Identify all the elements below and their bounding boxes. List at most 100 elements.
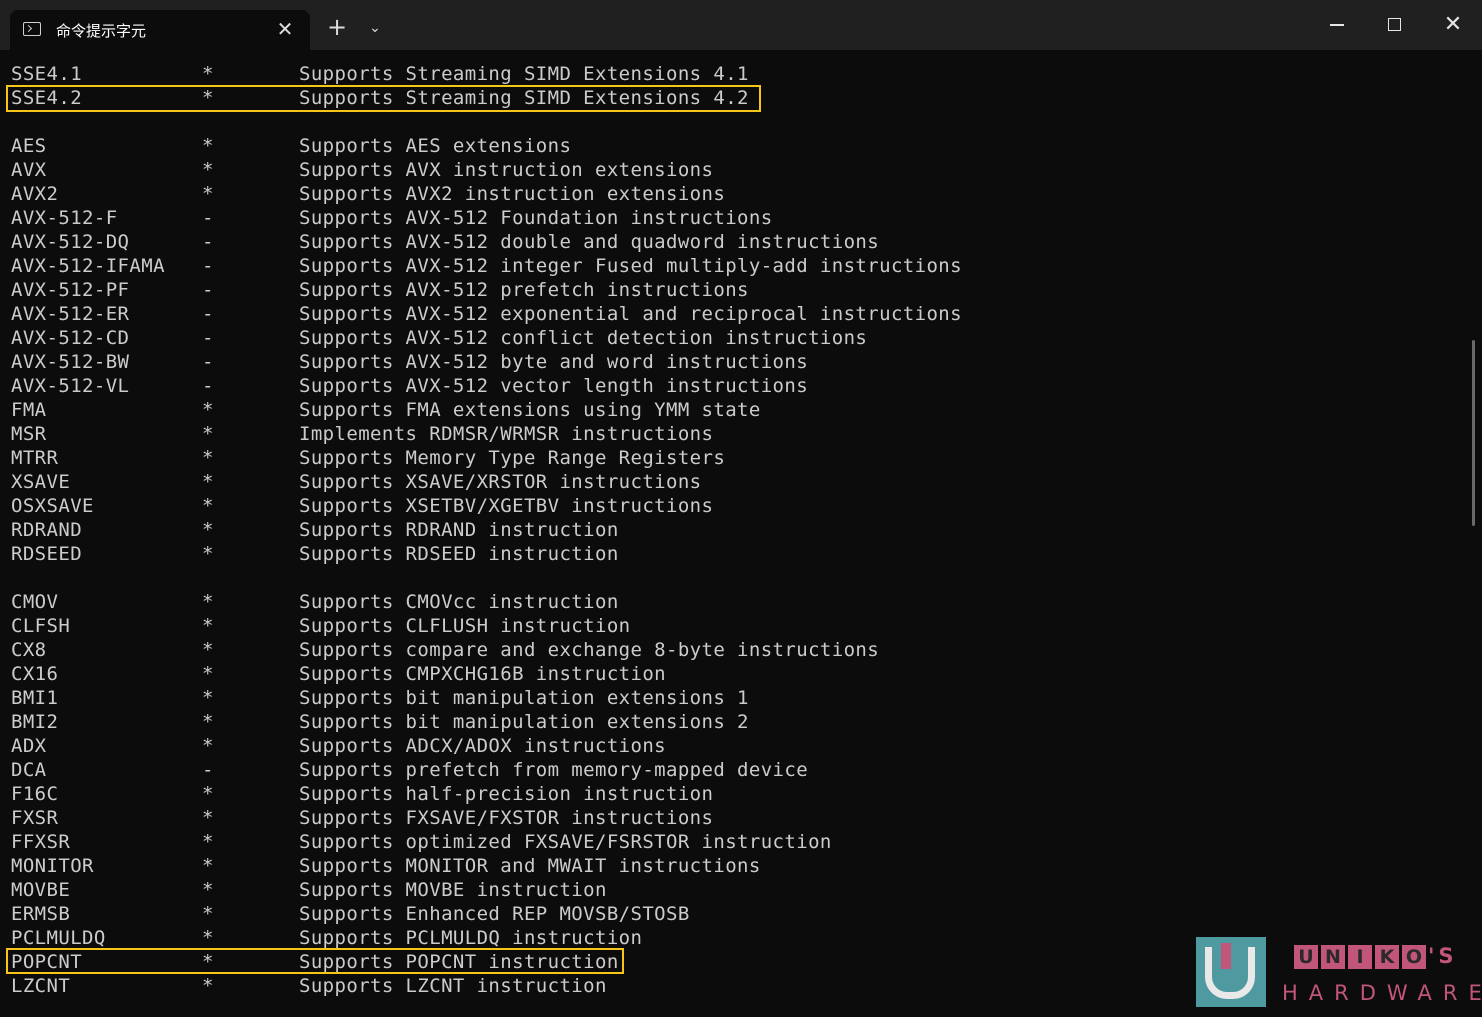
feature-description: Supports prefetch from memory-mapped dev… — [299, 759, 809, 781]
feature-name: FXSR — [11, 807, 59, 829]
feature-name: SSE4.1 — [11, 63, 83, 85]
support-flag: * — [202, 591, 214, 613]
feature-name: ADX — [11, 735, 47, 757]
terminal-line: CLFSH * Supports CLFLUSH instruction — [11, 614, 1461, 638]
terminal-line: MSR * Implements RDMSR/WRMSR instructions — [11, 422, 1461, 446]
feature-name: AVX-512-CD — [11, 327, 130, 349]
terminal-line: AVX-512-DQ - Supports AVX-512 double and q… — [11, 230, 1461, 254]
feature-description: Supports ADCX/ADOX instructions — [299, 735, 667, 757]
feature-description: Supports bit manipulation extensions 1 — [299, 687, 749, 709]
support-flag: - — [202, 207, 214, 229]
feature-description: Supports AVX-512 byte and word instructi… — [299, 351, 809, 373]
terminal-line: CX8 * Supports compare and exchange 8-byte… — [11, 638, 1461, 662]
terminal-line: DCA - Supports prefetch from memory-mapped… — [11, 758, 1461, 782]
feature-description: Supports bit manipulation extensions 2 — [299, 711, 749, 733]
feature-description: Supports Memory Type Range Registers — [299, 447, 726, 469]
feature-description: Supports AES extensions — [299, 135, 572, 157]
terminal-icon — [23, 22, 41, 36]
scrollbar-thumb[interactable] — [1472, 340, 1475, 526]
support-flag: - — [202, 759, 214, 781]
terminal-line: MONITOR * Supports MONITOR and MWAIT instr… — [11, 854, 1461, 878]
terminal-line: AVX-512-CD - Supports AVX-512 conflict det… — [11, 326, 1461, 350]
tab-title: 命令提示字元 — [56, 22, 147, 40]
terminal-line: XSAVE * Supports XSAVE/XRSTOR instructions — [11, 470, 1461, 494]
terminal-line: CX16 * Supports CMPXCHG16B instruction — [11, 662, 1461, 686]
feature-name: CLFSH — [11, 615, 71, 637]
support-flag: * — [202, 423, 214, 445]
highlight-box-sse42 — [6, 85, 761, 112]
feature-name: AVX-512-DQ — [11, 231, 130, 253]
feature-name: MTRR — [11, 447, 59, 469]
feature-description: Supports XSETBV/XGETBV instructions — [299, 495, 714, 517]
feature-description: Supports CMPXCHG16B instruction — [299, 663, 667, 685]
support-flag: - — [202, 279, 214, 301]
terminal-output[interactable]: SSE4.1 * Supports Streaming SIMD Extension… — [11, 62, 1461, 998]
feature-description: Supports CLFLUSH instruction — [299, 615, 631, 637]
feature-description: Supports MOVBE instruction — [299, 879, 607, 901]
feature-name: AVX-512-PF — [11, 279, 130, 301]
feature-description: Supports RDRAND instruction — [299, 519, 619, 541]
terminal-line: AVX-512-BW - Supports AVX-512 byte and wor… — [11, 350, 1461, 374]
support-flag: * — [202, 639, 214, 661]
terminal-line: SSE4.1 * Supports Streaming SIMD Extension… — [11, 62, 1461, 86]
feature-description: Supports AVX-512 prefetch instructions — [299, 279, 749, 301]
feature-name: AES — [11, 135, 47, 157]
feature-name: CX16 — [11, 663, 59, 685]
support-flag: * — [202, 615, 214, 637]
support-flag: * — [202, 855, 214, 877]
feature-description: Supports AVX-512 vector length instructi… — [299, 375, 809, 397]
feature-description: Supports Streaming SIMD Extensions 4.1 — [299, 63, 749, 85]
terminal-line: MOVBE * Supports MOVBE instruction — [11, 878, 1461, 902]
feature-description: Supports AVX-512 exponential and recipro… — [299, 303, 962, 325]
feature-name: AVX-512-ER — [11, 303, 130, 325]
terminal-line: AES * Supports AES extensions — [11, 134, 1461, 158]
watermark-suffix: 'S — [1428, 944, 1458, 968]
terminal-line: FFXSR * Supports optimized FXSAVE/FSRSTOR … — [11, 830, 1461, 854]
support-flag: - — [202, 375, 214, 397]
terminal-line: BMI2 * Supports bit manipulation extension… — [11, 710, 1461, 734]
close-window-button[interactable]: ✕ — [1438, 10, 1468, 40]
feature-description: Supports optimized FXSAVE/FSRSTOR instru… — [299, 831, 832, 853]
new-tab-button[interactable]: + — [326, 15, 348, 39]
support-flag: * — [202, 879, 214, 901]
tab-dropdown-button[interactable]: ⌄ — [365, 18, 385, 38]
feature-description: Implements RDMSR/WRMSR instructions — [299, 423, 714, 445]
support-flag: * — [202, 663, 214, 685]
feature-name: BMI2 — [11, 711, 59, 733]
feature-name: AVX-512-IFAMA — [11, 255, 165, 277]
feature-name: CMOV — [11, 591, 59, 613]
feature-name: BMI1 — [11, 687, 59, 709]
feature-description: Supports AVX-512 conflict detection inst… — [299, 327, 868, 349]
feature-description: Supports XSAVE/XRSTOR instructions — [299, 471, 702, 493]
terminal-line: ADX * Supports ADCX/ADOX instructions — [11, 734, 1461, 758]
feature-name: MOVBE — [11, 879, 71, 901]
terminal-line: FXSR * Supports FXSAVE/FXSTOR instructions — [11, 806, 1461, 830]
feature-name: DCA — [11, 759, 47, 781]
terminal-line: AVX-512-ER - Supports AVX-512 exponential … — [11, 302, 1461, 326]
feature-description: Supports AVX-512 double and quadword ins… — [299, 231, 880, 253]
feature-name: XSAVE — [11, 471, 71, 493]
watermark-letters: UNIKO — [1294, 945, 1429, 971]
maximize-button[interactable] — [1380, 10, 1410, 40]
tab-close-button[interactable]: ✕ — [274, 17, 296, 41]
support-flag: * — [202, 471, 214, 493]
terminal-line: FMA * Supports FMA extensions using YMM st… — [11, 398, 1461, 422]
feature-description: Supports AVX-512 Foundation instructions — [299, 207, 773, 229]
feature-name: MONITOR — [11, 855, 94, 877]
tab-command-prompt[interactable]: 命令提示字元 ✕ — [10, 10, 310, 50]
support-flag: * — [202, 831, 214, 853]
terminal-line: AVX * Supports AVX instruction extensions — [11, 158, 1461, 182]
feature-description: Supports Enhanced REP MOVSB/STOSB — [299, 903, 690, 925]
feature-description: Supports AVX instruction extensions — [299, 159, 714, 181]
minimize-button[interactable] — [1322, 10, 1352, 40]
terminal-line: AVX2 * Supports AVX2 instruction extension… — [11, 182, 1461, 206]
support-flag: * — [202, 63, 214, 85]
support-flag: * — [202, 807, 214, 829]
feature-name: RDSEED — [11, 543, 83, 565]
terminal-line: CMOV * Supports CMOVcc instruction — [11, 590, 1461, 614]
feature-description: Supports half-precision instruction — [299, 783, 714, 805]
feature-name: CX8 — [11, 639, 47, 661]
terminal-line: AVX-512-IFAMA - Supports AVX-512 integer F… — [11, 254, 1461, 278]
support-flag: * — [202, 543, 214, 565]
